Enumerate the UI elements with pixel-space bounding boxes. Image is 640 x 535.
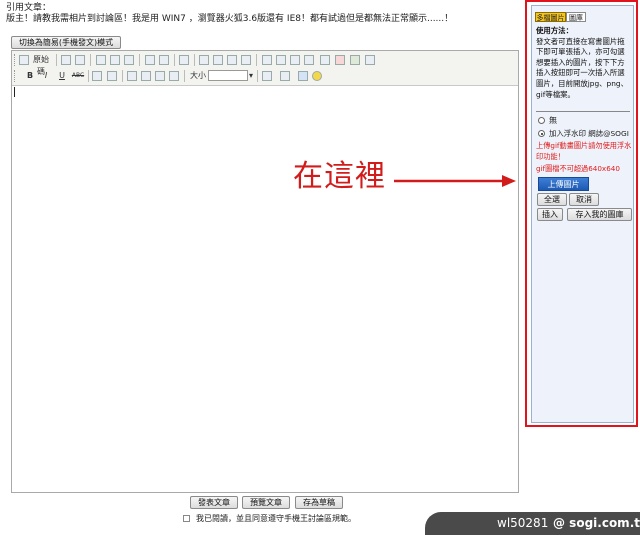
toolbar-separator [194,54,195,66]
bullet-list-icon[interactable] [276,55,286,65]
watermark-user: wl50281 [497,516,549,530]
toolbar-separator [174,54,175,66]
horizontal-line-icon[interactable] [241,55,251,65]
watermark-site: @ sogi.com.tw [553,516,640,530]
toolbar-separator [56,54,57,66]
align-right-icon[interactable] [155,71,165,81]
tab-gallery[interactable]: 圖庫 [566,12,586,22]
find-icon[interactable] [179,55,189,65]
align-left-icon[interactable] [127,71,137,81]
preview-icon[interactable] [61,55,71,65]
toolbar-separator [139,54,140,66]
watermark-none-radio[interactable] [538,117,545,124]
undo-icon[interactable] [145,55,155,65]
insert-button[interactable]: 插入 [537,208,563,221]
save-to-gallery-button[interactable]: 存入我的圖庫 [567,208,632,221]
font-size-select[interactable] [208,70,248,81]
paste-icon[interactable] [124,55,134,65]
toolbar-separator [256,54,257,66]
toolbar-grip [14,70,18,82]
site-watermark: wl50281 @ sogi.com.tw [425,512,640,535]
watermark-none-label: 無 [549,116,557,125]
cut-icon[interactable] [96,55,106,65]
eraser-icon[interactable] [213,55,223,65]
link-icon[interactable] [350,55,360,65]
agree-checkbox[interactable] [183,515,190,522]
underline-button[interactable]: U [56,70,68,82]
toolbar-separator [90,54,91,66]
numbered-list-icon[interactable] [262,55,272,65]
text-cursor [14,87,15,97]
watermark-add-radio[interactable] [538,130,545,137]
toolbar-separator [257,70,258,82]
source-button[interactable]: 原始碼 [30,54,52,76]
chevron-down-icon[interactable]: ▾ [248,70,254,82]
redo-icon[interactable] [159,55,169,65]
panel-divider [536,111,630,112]
upload-image-button[interactable]: 上傳圖片 [538,177,589,191]
align-justify-icon[interactable] [169,71,179,81]
unlink-icon[interactable] [365,55,375,65]
align-center-icon[interactable] [141,71,151,81]
toolbar-separator [184,70,185,82]
usage-title: 使用方法： [536,26,573,35]
preview-button[interactable]: 預覽文章 [242,496,290,509]
simple-mode-toggle-button[interactable]: 切換為簡易(手機發文)模式 [11,36,121,49]
toolbar-separator [88,70,89,82]
annotation-arrow [394,175,516,187]
save-draft-button[interactable]: 存為草稿 [295,496,343,509]
indent-icon[interactable] [304,55,314,65]
font-size-label: 大小 [190,71,206,80]
outdent-icon[interactable] [290,55,300,65]
usage-text: 發文者可直接在寫書圖片拖下即可單張插入，亦可勾選想要插入的圖片，按下下方插入按鈕… [536,36,629,99]
source-icon[interactable] [19,55,29,65]
annotation-text: 在這裡 [293,159,386,194]
gif-watermark-notice: 上傳gif動畫圖片請勿使用浮水印功能！ [536,141,632,161]
text-color-icon[interactable] [262,71,272,81]
tab-multi-image[interactable]: 多檔圖片 [535,12,566,22]
toolbar-grip [14,54,18,66]
usage-instructions: 使用方法： 發文者可直接在寫書圖片拖下即可單張插入，亦可勾選想要插入的圖片，按下… [536,26,632,100]
subscript-icon[interactable] [92,71,102,81]
copy-icon[interactable] [110,55,120,65]
bold-button[interactable]: B [24,70,36,82]
watermark-add-label: 加入浮水印 網誌@SOGI [549,129,629,138]
smiley-icon[interactable] [312,71,322,81]
media-icon[interactable] [298,71,308,81]
table-icon[interactable] [199,55,209,65]
gif-size-notice: gif圖檔不可超過640x640 [536,164,620,173]
box-icon[interactable] [227,55,237,65]
italic-button[interactable]: I [40,70,52,82]
agreement-text: 我已閱讀，並且同意遵守手機王討論區規範。 [196,514,356,523]
editor-toolbar: 原始碼 B I U ABC 大小 ▾ [12,51,518,86]
select-all-button[interactable]: 全選 [537,193,567,206]
flash-icon[interactable] [335,55,345,65]
strikethrough-button[interactable]: ABC [70,70,86,82]
publish-button[interactable]: 發表文章 [190,496,238,509]
template-icon[interactable] [75,55,85,65]
superscript-icon[interactable] [107,71,117,81]
toolbar-separator [122,70,123,82]
image-icon[interactable] [320,55,330,65]
cancel-button[interactable]: 取消 [569,193,599,206]
background-color-icon[interactable] [280,71,290,81]
quote-text: 版主！請教我需相片到討論區！我是用 WIN7 ，瀏覽器火狐3.6版還有 IE8！… [6,14,454,24]
rich-text-editor[interactable]: 原始碼 B I U ABC 大小 ▾ [11,50,519,493]
